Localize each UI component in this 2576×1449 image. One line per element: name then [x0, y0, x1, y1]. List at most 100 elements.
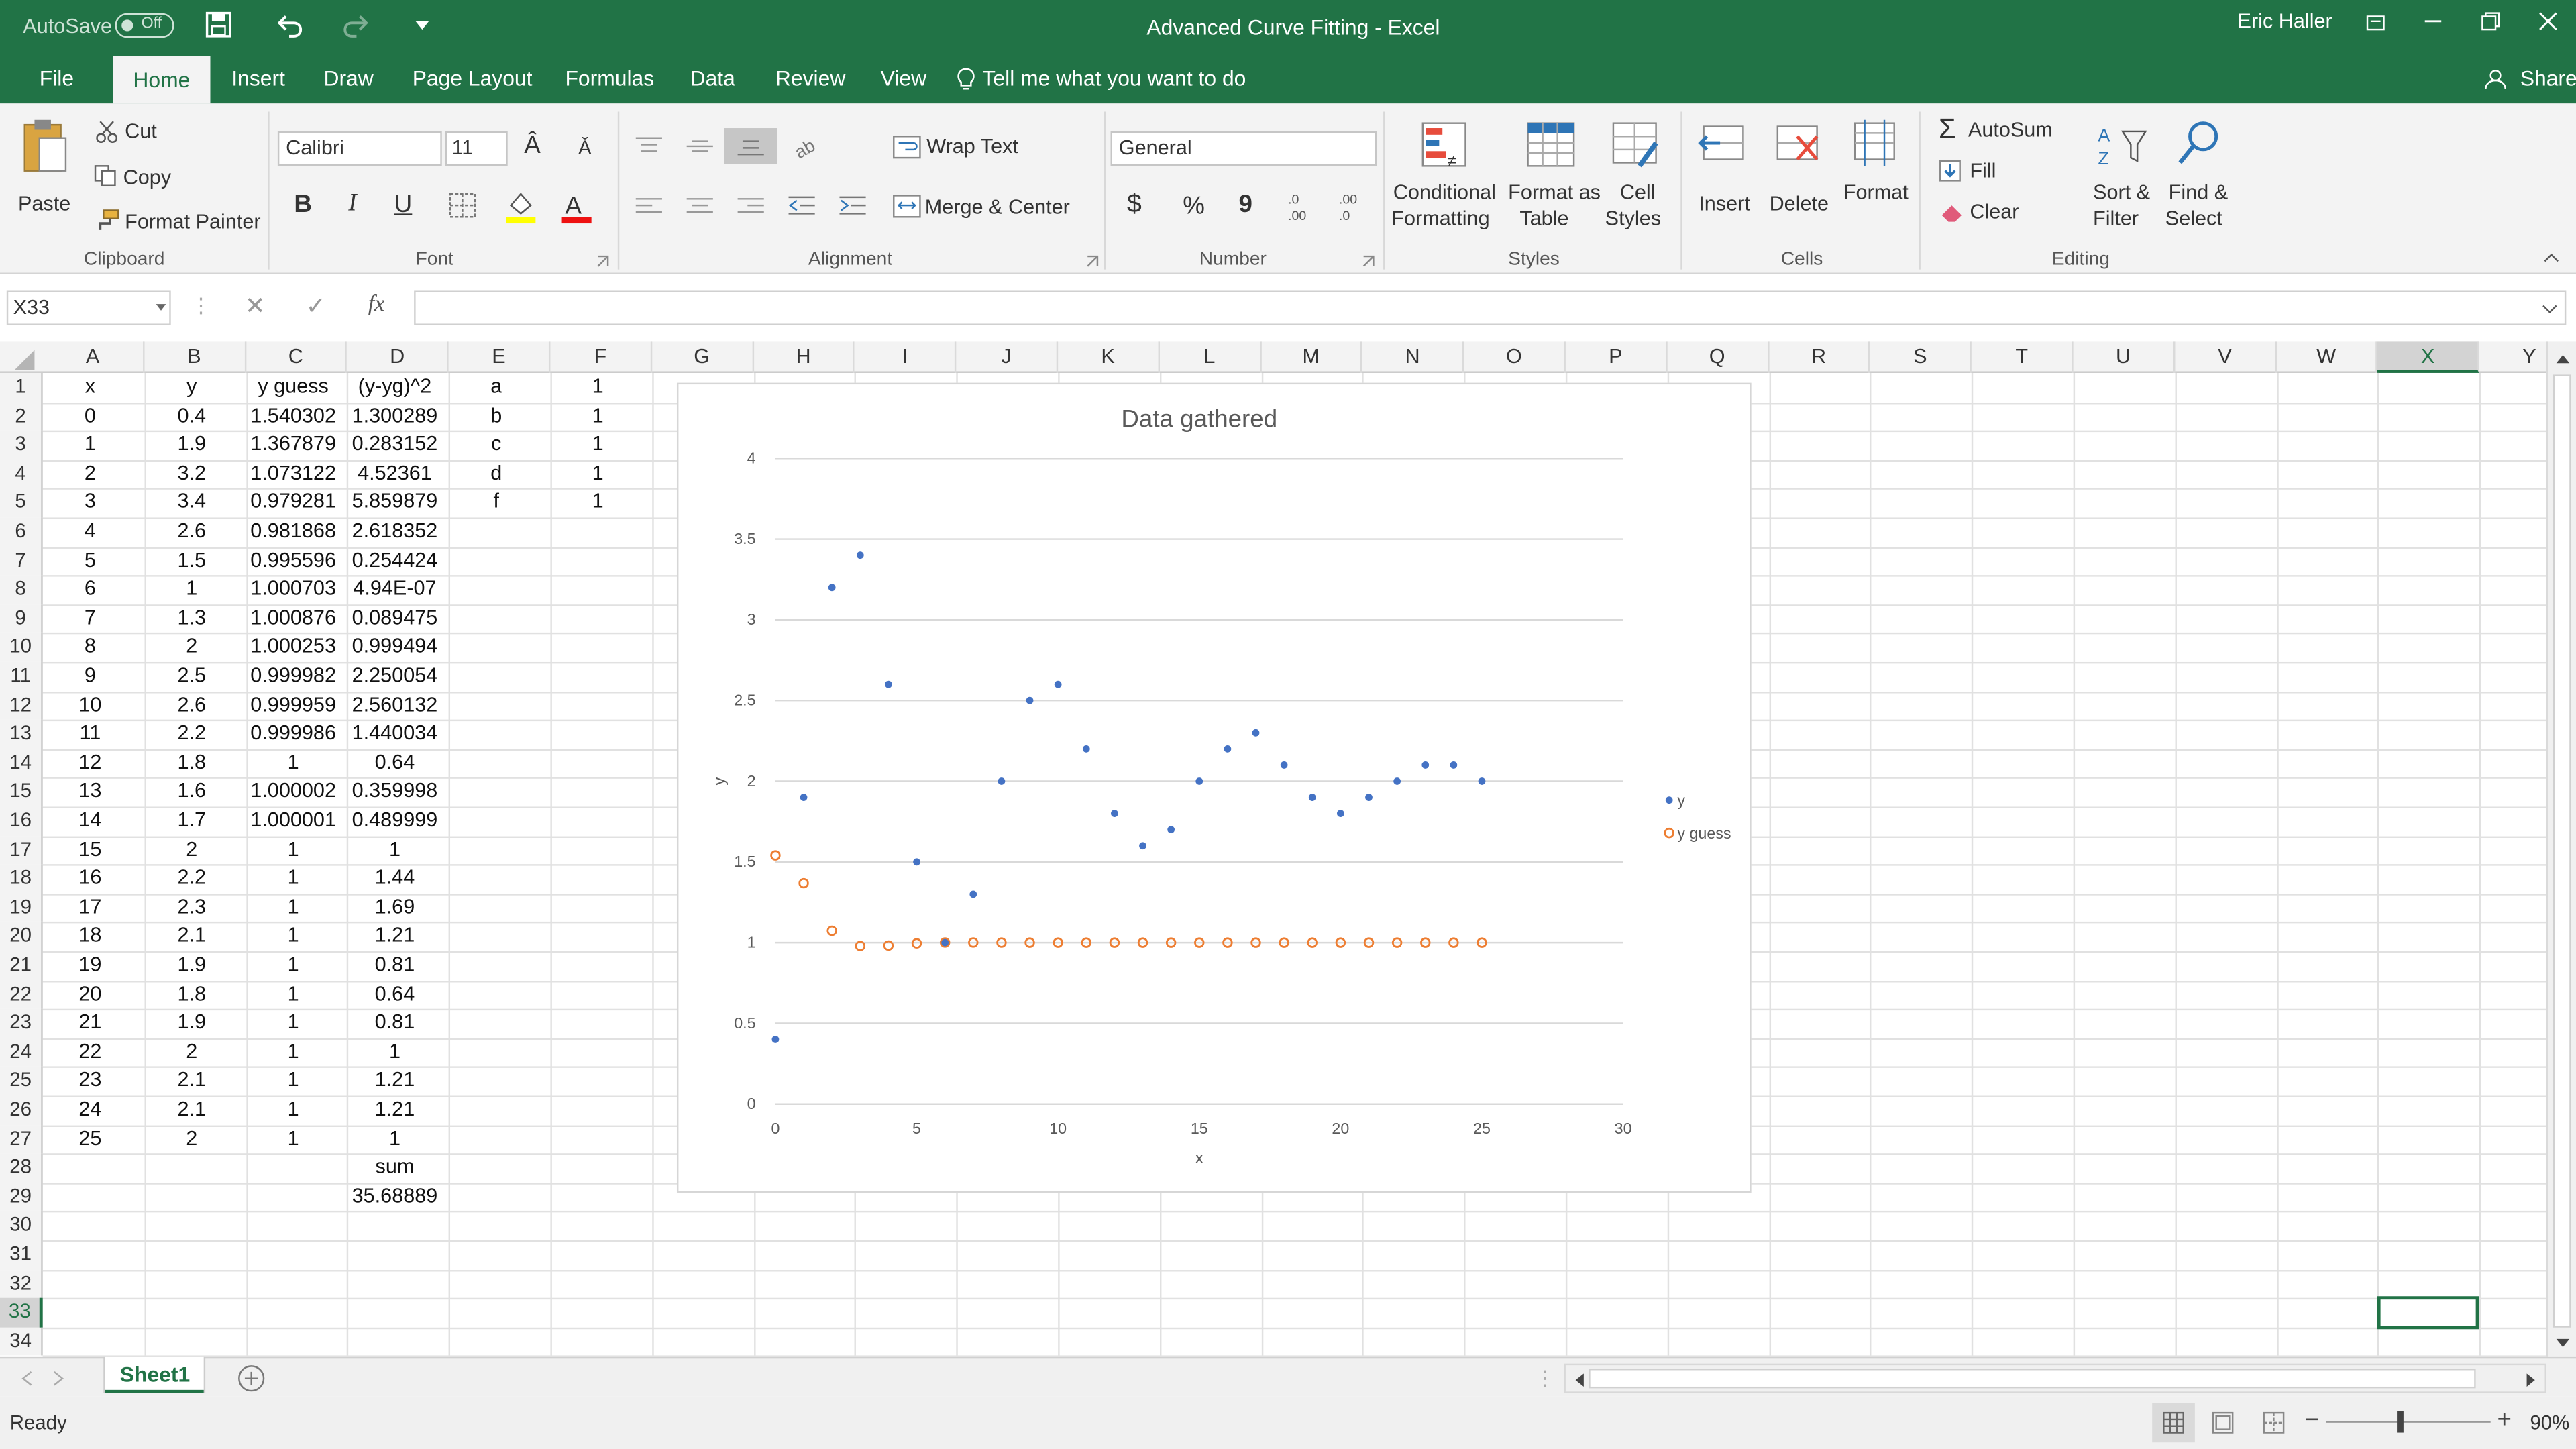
next-sheet-icon[interactable]: [52, 1370, 66, 1386]
row-header-6[interactable]: 6: [0, 517, 43, 547]
zoom-slider[interactable]: [2326, 1421, 2491, 1423]
prev-sheet-icon[interactable]: [19, 1370, 33, 1386]
cell-a22[interactable]: 20: [43, 980, 138, 1009]
row-header-26[interactable]: 26: [0, 1095, 43, 1125]
cell-c22[interactable]: 1: [246, 980, 341, 1009]
row-header-32[interactable]: 32: [0, 1269, 43, 1299]
column-header-m[interactable]: M: [1261, 341, 1363, 373]
cell-c7[interactable]: 0.995596: [246, 547, 341, 576]
row-header-15[interactable]: 15: [0, 777, 43, 807]
cell-b17[interactable]: 2: [144, 836, 239, 865]
cell-b3[interactable]: 1.9: [144, 431, 239, 460]
row-header-17[interactable]: 17: [0, 835, 43, 865]
zoom-in-button[interactable]: +: [2497, 1406, 2511, 1434]
row-header-10[interactable]: 10: [0, 633, 43, 662]
row-header-18[interactable]: 18: [0, 864, 43, 894]
row-header-31[interactable]: 31: [0, 1240, 43, 1270]
cell-f5[interactable]: 1: [550, 488, 645, 517]
cell-d16[interactable]: 0.489999: [347, 806, 443, 835]
row-header-2[interactable]: 2: [0, 402, 43, 431]
cell-a26[interactable]: 24: [43, 1095, 138, 1124]
scroll-left-icon[interactable]: [1572, 1372, 1586, 1388]
cell-d23[interactable]: 0.81: [347, 1009, 443, 1038]
chart-area[interactable]: Data gathered 0 0.5 1 1.5 2 2.5 3 3.5 4 0 5 10 15 20 25…: [676, 382, 1752, 1193]
cell-b18[interactable]: 2.2: [144, 865, 239, 894]
row-header-25[interactable]: 25: [0, 1067, 43, 1096]
cell-b9[interactable]: 1.3: [144, 604, 239, 633]
cell-a23[interactable]: 21: [43, 1009, 138, 1038]
cell-a14[interactable]: 12: [43, 749, 138, 777]
cell-d1[interactable]: (y-yg)^2: [347, 373, 443, 402]
column-header-g[interactable]: G: [652, 341, 754, 373]
cell-b8[interactable]: 1: [144, 576, 239, 604]
column-header-h[interactable]: H: [753, 341, 855, 373]
cell-d27[interactable]: 1: [347, 1125, 443, 1154]
cell-c11[interactable]: 0.999982: [246, 662, 341, 691]
cell-c3[interactable]: 1.367879: [246, 431, 341, 460]
cell-d26[interactable]: 1.21: [347, 1095, 443, 1124]
cell-d10[interactable]: 0.999494: [347, 633, 443, 662]
cell-b16[interactable]: 1.7: [144, 806, 239, 835]
cell-a3[interactable]: 1: [43, 431, 138, 460]
cell-d7[interactable]: 0.254424: [347, 547, 443, 576]
column-header-b[interactable]: B: [144, 341, 246, 373]
scroll-down-icon[interactable]: [2555, 1337, 2571, 1350]
cell-a1[interactable]: x: [43, 373, 138, 402]
cell-d12[interactable]: 2.560132: [347, 691, 443, 720]
row-header-4[interactable]: 4: [0, 460, 43, 489]
h-scroll-thumb[interactable]: [1589, 1368, 2476, 1389]
cell-b6[interactable]: 2.6: [144, 517, 239, 546]
cell-a24[interactable]: 22: [43, 1038, 138, 1067]
cell-b26[interactable]: 2.1: [144, 1095, 239, 1124]
cell-b20[interactable]: 2.1: [144, 922, 239, 951]
cell-d18[interactable]: 1.44: [347, 865, 443, 894]
column-header-a[interactable]: A: [43, 341, 145, 373]
page-break-view-icon[interactable]: [2262, 1411, 2285, 1434]
row-header-11[interactable]: 11: [0, 661, 43, 692]
cell-a15[interactable]: 13: [43, 777, 138, 806]
cell-b15[interactable]: 1.6: [144, 777, 239, 806]
cell-d28[interactable]: sum: [347, 1154, 443, 1183]
cell-b7[interactable]: 1.5: [144, 547, 239, 576]
column-header-u[interactable]: U: [2074, 341, 2175, 373]
cell-c24[interactable]: 1: [246, 1038, 341, 1067]
cell-d3[interactable]: 0.283152: [347, 431, 443, 460]
cell-d9[interactable]: 0.089475: [347, 604, 443, 633]
cell-a6[interactable]: 4: [43, 517, 138, 546]
cell-c20[interactable]: 1: [246, 922, 341, 951]
cell-d14[interactable]: 0.64: [347, 749, 443, 777]
cell-a18[interactable]: 16: [43, 865, 138, 894]
column-header-i[interactable]: I: [855, 341, 957, 373]
cell-a17[interactable]: 15: [43, 836, 138, 865]
column-header-x[interactable]: X: [2377, 341, 2479, 373]
scroll-right-icon[interactable]: [2525, 1372, 2538, 1388]
vertical-scrollbar[interactable]: [2546, 341, 2576, 1357]
row-header-1[interactable]: 1: [0, 372, 43, 402]
column-header-d[interactable]: D: [347, 341, 449, 373]
cell-b27[interactable]: 2: [144, 1125, 239, 1154]
cell-a11[interactable]: 9: [43, 662, 138, 691]
cell-b5[interactable]: 3.4: [144, 488, 239, 517]
cell-b21[interactable]: 1.9: [144, 951, 239, 980]
row-header-16[interactable]: 16: [0, 806, 43, 836]
column-header-e[interactable]: E: [449, 341, 551, 373]
row-header-8[interactable]: 8: [0, 575, 43, 604]
cell-a7[interactable]: 5: [43, 547, 138, 576]
cell-b25[interactable]: 2.1: [144, 1067, 239, 1095]
cell-f2[interactable]: 1: [550, 402, 645, 431]
cell-c14[interactable]: 1: [246, 749, 341, 777]
column-header-r[interactable]: R: [1769, 341, 1870, 373]
tab-split-handle[interactable]: ⋮: [1534, 1365, 1555, 1390]
row-header-14[interactable]: 14: [0, 749, 43, 778]
row-header-20[interactable]: 20: [0, 922, 43, 951]
cell-b22[interactable]: 1.8: [144, 980, 239, 1009]
cell-d25[interactable]: 1.21: [347, 1067, 443, 1095]
cell-a2[interactable]: 0: [43, 402, 138, 431]
cell-e3[interactable]: c: [449, 431, 544, 460]
cell-e2[interactable]: b: [449, 402, 544, 431]
cell-d5[interactable]: 5.859879: [347, 488, 443, 517]
cell-d8[interactable]: 4.94E-07: [347, 576, 443, 604]
cell-a19[interactable]: 17: [43, 894, 138, 922]
horizontal-scrollbar[interactable]: [1564, 1363, 2546, 1393]
column-header-c[interactable]: C: [246, 341, 347, 373]
